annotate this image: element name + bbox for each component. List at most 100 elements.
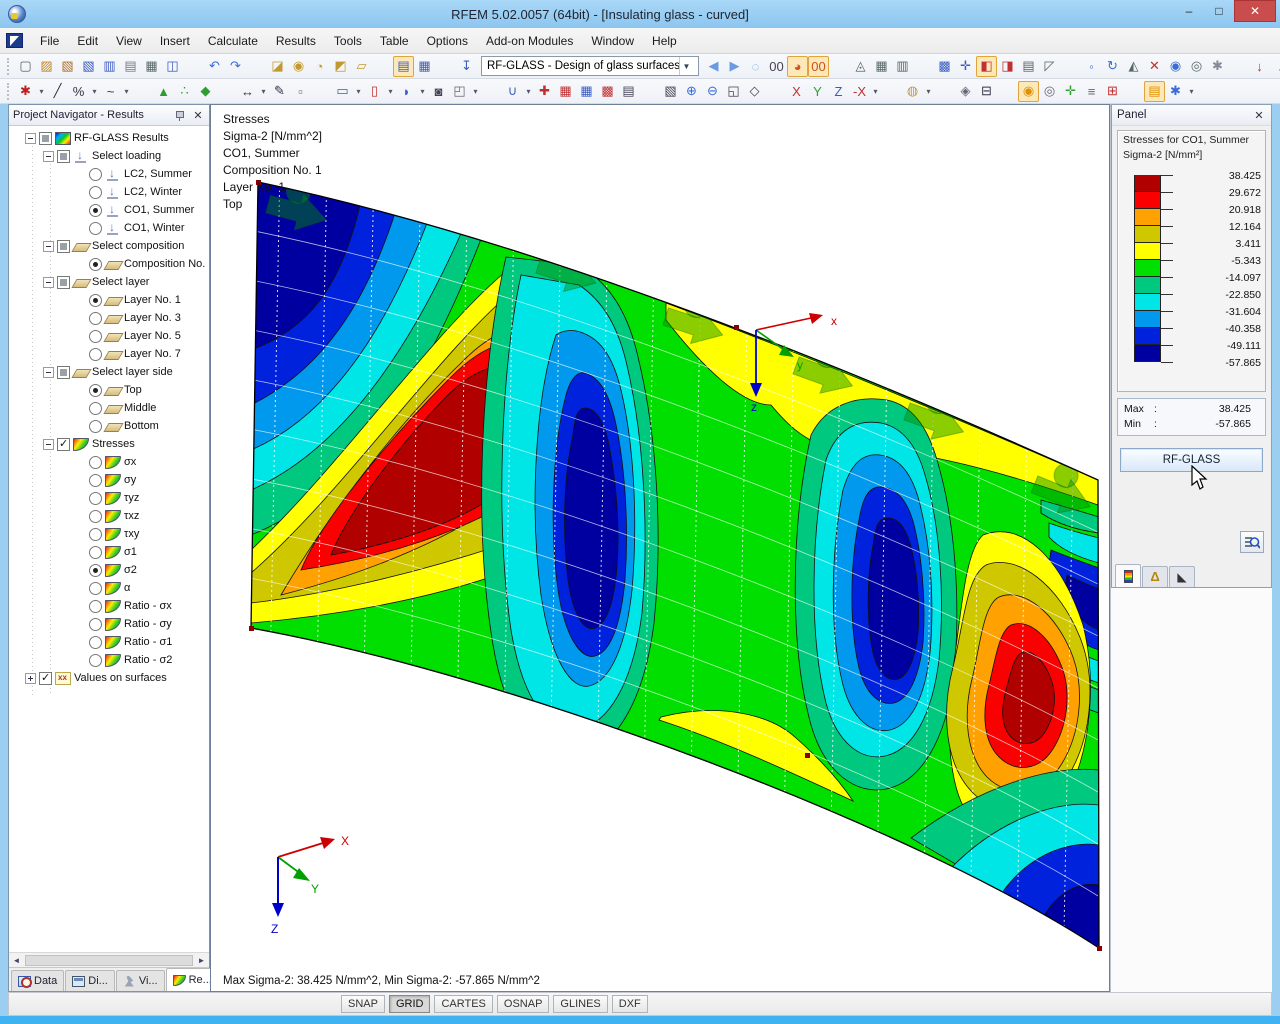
toolbar-icon[interactable]: ▦ xyxy=(871,56,892,77)
toolbar-icon[interactable]: ▾ xyxy=(89,81,100,102)
tree-control[interactable] xyxy=(89,492,102,505)
toolbar-icon[interactable] xyxy=(913,56,934,77)
tree-item[interactable]: τxz xyxy=(9,507,209,525)
scroll-thumb[interactable] xyxy=(25,955,193,966)
tree-item[interactable]: Ratio - σx xyxy=(9,597,209,615)
tree-item[interactable]: Stresses xyxy=(9,435,209,453)
toolbar-icon[interactable]: ▾ xyxy=(258,81,269,102)
tree-expander[interactable] xyxy=(43,367,54,378)
toolbar-icon[interactable]: Y xyxy=(807,81,828,102)
tree-item[interactable]: Ratio - σ1 xyxy=(9,633,209,651)
toolbar-icon[interactable]: ↧ xyxy=(456,56,477,77)
toolbar-icon[interactable] xyxy=(132,81,153,102)
tree-item[interactable]: Ratio - σy xyxy=(9,615,209,633)
toolbar-icon[interactable]: ⊖ xyxy=(702,81,723,102)
tree-item[interactable]: Select layer xyxy=(9,273,209,291)
toolbar-icon[interactable]: ✚ xyxy=(534,81,555,102)
tree-expander[interactable] xyxy=(43,151,54,162)
toolbar-icon[interactable]: ↔ xyxy=(237,81,258,102)
toolbar-icon[interactable] xyxy=(639,81,660,102)
tree-expander[interactable] xyxy=(43,439,54,450)
toolbar-icon[interactable] xyxy=(1123,81,1144,102)
toolbar-icon[interactable]: ⊕ xyxy=(681,81,702,102)
tree-expander[interactable] xyxy=(75,295,86,306)
status-toggle[interactable]: GRID xyxy=(389,995,431,1013)
menu-item[interactable]: Table xyxy=(371,30,418,52)
toolbar-icon[interactable]: ↻ xyxy=(1102,56,1123,77)
tree-control[interactable] xyxy=(89,312,102,325)
tree-item[interactable]: Layer No. 3 xyxy=(9,309,209,327)
tree-control[interactable] xyxy=(89,258,102,271)
toolbar-icon[interactable]: ◧ xyxy=(976,56,997,77)
tree-control[interactable] xyxy=(89,402,102,415)
toolbar-icon[interactable]: ▨ xyxy=(36,56,57,77)
toolbar-icon[interactable]: ◉ xyxy=(1018,81,1039,102)
tree-expander[interactable] xyxy=(75,313,86,324)
toolbar-icon[interactable]: ◰ xyxy=(449,81,470,102)
chevron-down-icon[interactable]: ▼ xyxy=(679,57,693,75)
tree-control[interactable] xyxy=(89,510,102,523)
toolbar-icon[interactable]: ▧ xyxy=(660,81,681,102)
toolbar-icon[interactable]: ▤ xyxy=(618,81,639,102)
tree-expander[interactable] xyxy=(75,475,86,486)
tree-expander[interactable] xyxy=(75,349,86,360)
tree-expander[interactable] xyxy=(75,457,86,468)
menu-item[interactable]: Results xyxy=(267,30,325,52)
maximize-button[interactable]: □ xyxy=(1204,0,1234,22)
toolbar-icon[interactable]: ▧ xyxy=(57,56,78,77)
toolbar-icon[interactable]: ◉ xyxy=(1165,56,1186,77)
toolbar-icon[interactable]: ▭ xyxy=(332,81,353,102)
toolbar-icon[interactable]: ▦ xyxy=(414,56,435,77)
toolbar-icon[interactable] xyxy=(246,56,267,77)
tree-expander[interactable] xyxy=(43,277,54,288)
tree-expander[interactable] xyxy=(75,601,86,612)
tree-control[interactable] xyxy=(89,582,102,595)
menu-item[interactable]: Edit xyxy=(68,30,107,52)
toolbar-icon[interactable]: ~ xyxy=(100,81,121,102)
toolbar-icon[interactable] xyxy=(372,56,393,77)
toolbar-icon[interactable]: ▶ xyxy=(724,56,745,77)
toolbar-icon[interactable]: ✱ xyxy=(1165,81,1186,102)
toolbar-icon[interactable]: ▾ xyxy=(121,81,132,102)
toolbar-icon[interactable]: ▢ xyxy=(15,56,36,77)
toolbar-icon[interactable] xyxy=(183,56,204,77)
tree-expander[interactable] xyxy=(75,655,86,666)
menu-item[interactable]: File xyxy=(31,30,68,52)
toolbar-icon[interactable]: ◉ xyxy=(288,56,309,77)
toolbar-icon[interactable]: 00 xyxy=(808,56,829,77)
toolbar-icon[interactable]: ╱ xyxy=(47,81,68,102)
tree-item[interactable]: Layer No. 7 xyxy=(9,345,209,363)
panel-close-icon[interactable]: ✕ xyxy=(1252,109,1266,122)
tree-control[interactable] xyxy=(39,132,52,145)
toolbar-icon[interactable]: ▾ xyxy=(523,81,534,102)
tree-item[interactable]: Select loading xyxy=(9,147,209,165)
panel-tab-factors[interactable]: Δ xyxy=(1142,566,1168,587)
tree-item[interactable]: Layer No. 1 xyxy=(9,291,209,309)
tree-control[interactable] xyxy=(89,222,102,235)
tree-control[interactable] xyxy=(89,204,102,217)
toolbar-icon[interactable]: ◱ xyxy=(723,81,744,102)
tree-item[interactable]: CO1, Summer xyxy=(9,201,209,219)
toolbar-icon[interactable]: ▾ xyxy=(923,81,934,102)
toolbar-icon[interactable]: ▤ xyxy=(120,56,141,77)
toolbar-icon[interactable]: ◎ xyxy=(1186,56,1207,77)
status-toggle[interactable]: DXF xyxy=(612,995,648,1013)
tree-expander[interactable] xyxy=(75,493,86,504)
tree-control[interactable] xyxy=(57,366,70,379)
toolbar-icon[interactable]: ▾ xyxy=(385,81,396,102)
navigator-hscrollbar[interactable]: ◄ ► xyxy=(9,952,209,967)
menu-item[interactable]: Calculate xyxy=(199,30,267,52)
panel-tab-filter[interactable]: ◣ xyxy=(1169,566,1195,587)
toolbar-icon[interactable]: ↶ xyxy=(204,56,225,77)
tree-item[interactable]: Select layer side xyxy=(9,363,209,381)
toolbar-icon[interactable]: ◆ xyxy=(195,81,216,102)
toolbar-icon[interactable]: ✱ xyxy=(15,81,36,102)
toolbar-icon[interactable]: Z xyxy=(828,81,849,102)
toolbar-icon[interactable]: ◬ xyxy=(850,56,871,77)
minimize-button[interactable]: – xyxy=(1174,0,1204,22)
tree-item[interactable]: Middle xyxy=(9,399,209,417)
toolbar-icon[interactable]: ◔ xyxy=(309,56,330,77)
tree-item[interactable]: RF-GLASS Results xyxy=(9,129,209,147)
tree-expander[interactable] xyxy=(25,673,36,684)
tree-item[interactable]: Layer No. 5 xyxy=(9,327,209,345)
